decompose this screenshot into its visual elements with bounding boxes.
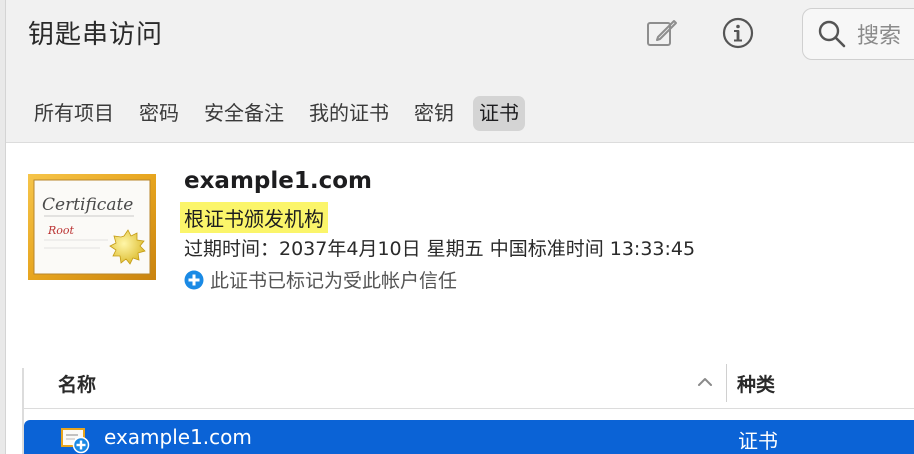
table-header-divider	[24, 408, 914, 409]
search-icon	[818, 20, 846, 48]
tab-all-items[interactable]: 所有项目	[28, 96, 120, 131]
window-edge	[0, 0, 6, 454]
svg-text:Root: Root	[47, 224, 75, 237]
certificate-kind: 根证书颁发机构	[180, 202, 328, 233]
svg-text:Certificate: Certificate	[42, 195, 133, 215]
trust-label: 此证书已标记为受此帐户信任	[210, 270, 458, 292]
tab-my-certificates[interactable]: 我的证书	[303, 96, 395, 131]
certificate-name: example1.com	[184, 168, 373, 194]
edit-button[interactable]	[644, 14, 680, 52]
row-name: example1.com	[104, 425, 252, 449]
tab-secure-notes[interactable]: 安全备注	[198, 96, 290, 131]
info-icon	[722, 17, 754, 49]
search-field[interactable]: 搜索	[802, 8, 914, 60]
column-header-kind[interactable]: 种类	[737, 370, 775, 397]
tab-passwords[interactable]: 密码	[133, 96, 185, 131]
toolbar: 钥匙串访问 搜索 所有项目 密码 安全备注 我的证书 密钥 证书	[6, 0, 914, 143]
column-resize-handle[interactable]	[726, 364, 727, 402]
tab-certificates[interactable]: 证书	[473, 96, 525, 131]
app-title: 钥匙串访问	[28, 20, 164, 50]
table-row[interactable]: example1.com 证书	[24, 420, 914, 454]
certificate-trust-status: 此证书已标记为受此帐户信任	[184, 266, 457, 293]
category-tabs: 所有项目 密码 安全备注 我的证书 密钥 证书	[28, 96, 538, 131]
certificate-trusted-icon	[61, 428, 90, 454]
certificate-expiry: 过期时间：2037年4月10日 星期五 中国标准时间 13:33:45	[184, 238, 696, 260]
tab-keys[interactable]: 密钥	[408, 96, 460, 131]
sort-ascending-icon[interactable]	[696, 373, 714, 391]
column-header-name[interactable]: 名称	[58, 370, 96, 397]
search-placeholder: 搜索	[857, 24, 902, 49]
edit-icon	[647, 20, 677, 46]
info-button[interactable]	[720, 14, 756, 52]
trust-plus-icon	[184, 270, 204, 289]
certificate-root-icon: Certificate Root	[28, 174, 156, 280]
row-kind: 证书	[738, 429, 778, 453]
